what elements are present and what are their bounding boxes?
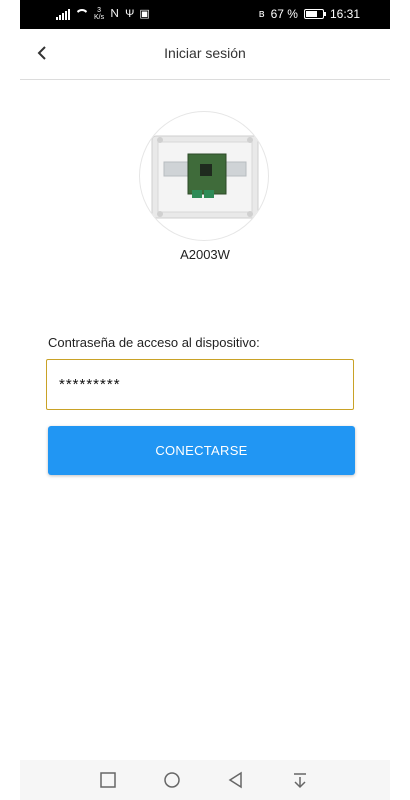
connect-button[interactable]: CONECTARSE — [48, 426, 355, 475]
status-left: 3 K/s Ｎ Ψ ▣ — [56, 7, 150, 21]
battery-fill — [305, 11, 317, 17]
network-speed: 3 K/s — [94, 7, 104, 21]
signal-icon — [56, 8, 70, 20]
back-nav-button[interactable] — [226, 770, 246, 790]
status-bar: 3 K/s Ｎ Ψ ▣ ʙ 67 % 16:31 — [20, 0, 390, 29]
device-name: A2003W — [180, 247, 230, 262]
circle-icon — [164, 772, 180, 788]
page-title: Iniciar sesión — [164, 45, 246, 61]
usb-icon: Ψ — [125, 7, 135, 20]
status-right: ʙ 67 % 16:31 — [259, 7, 360, 21]
password-label: Contraseña de acceso al dispositivo: — [48, 335, 260, 350]
notification-pull-button[interactable] — [290, 770, 310, 790]
bluetooth-icon: ʙ — [258, 7, 265, 20]
recent-apps-button[interactable] — [98, 770, 118, 790]
network-speed-unit: K/s — [94, 14, 105, 21]
device-image — [139, 111, 269, 241]
nfc-icon: Ｎ — [109, 7, 121, 20]
battery-icon — [303, 9, 326, 19]
square-icon — [100, 772, 116, 788]
home-button[interactable] — [162, 770, 182, 790]
navigation-bar — [20, 760, 390, 800]
device-photo — [151, 135, 259, 219]
status-time: 16:31 — [329, 7, 360, 21]
download-icon — [294, 773, 306, 789]
battery-percent: 67 % — [270, 7, 298, 21]
network-speed-value: 3 — [97, 7, 102, 14]
message-icon: ▣ — [139, 7, 150, 20]
screen: 3 K/s Ｎ Ψ ▣ ʙ 67 % 16:31 Iniciar sesión — [0, 0, 410, 800]
triangle-back-icon — [228, 771, 242, 789]
app-header: Iniciar sesión — [20, 29, 390, 80]
wifi-icon — [75, 9, 89, 20]
password-input[interactable] — [46, 359, 354, 410]
